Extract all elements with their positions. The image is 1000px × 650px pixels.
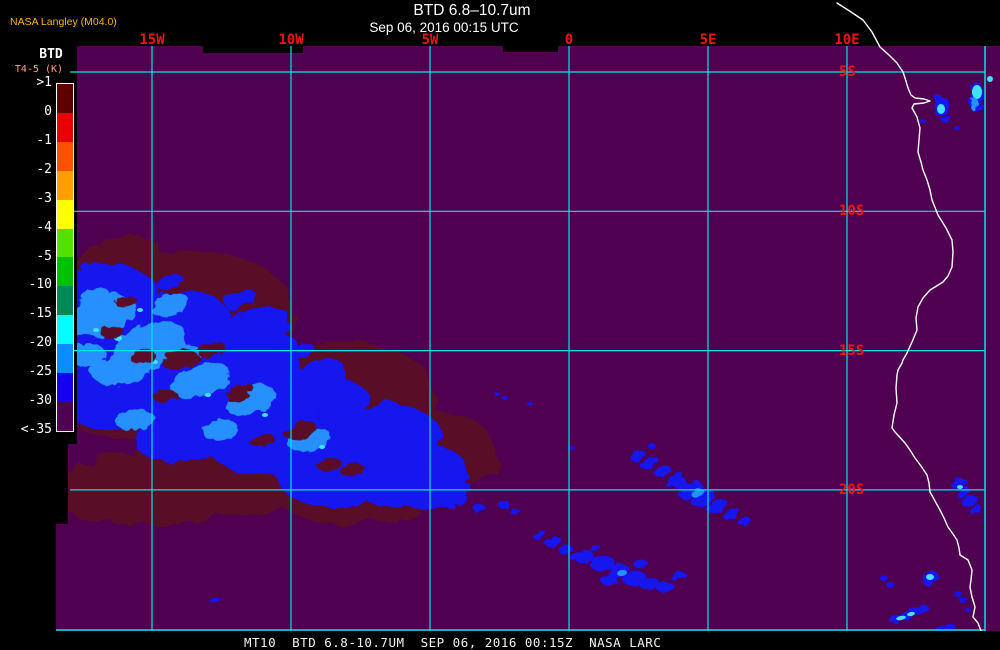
colorbar-segment (57, 401, 73, 431)
lat-tick-label: 15S (839, 342, 865, 359)
lon-tick-label: 15W (139, 32, 165, 48)
colorbar-segment (57, 228, 73, 258)
lon-tick-label: 10E (834, 32, 860, 48)
lat-tick-label: 20S (839, 481, 865, 498)
colorbar-segment (57, 286, 73, 316)
colorbar-segment (57, 199, 73, 229)
colorbar-tick-label: <-35 (20, 422, 52, 437)
colorbar-units-label: T4-5 (K) (14, 64, 64, 75)
colorbar-segment (57, 141, 73, 171)
colorbar-tick-label: 0 (44, 103, 52, 119)
page-title: BTD 6.8–10.7um (413, 2, 531, 19)
lon-tick-label: 0 (564, 32, 574, 48)
app-frame: NASA Langley (M04.0) BTD 6.8–10.7um Sep … (0, 0, 1000, 650)
colorbar-tick-label: -2 (36, 161, 52, 177)
lon-tick-label: 5W (421, 32, 439, 48)
colorbar-tick-label: -1 (36, 132, 52, 148)
colorbar-tick-label: -30 (28, 393, 52, 409)
colorbar-tick-label: -3 (36, 190, 52, 206)
lat-tick-label: 10S (839, 203, 865, 220)
map-background (56, 46, 1000, 631)
colorbar-segment (57, 373, 73, 402)
lon-tick-label: 10W (278, 32, 304, 48)
colorbar-tick-label: -10 (28, 277, 52, 293)
colorbar-tick-label: -5 (36, 248, 52, 264)
colorbar-tick-label: -15 (28, 306, 52, 322)
left-panel-step (0, 444, 68, 524)
lon-tick-label: 5E (699, 32, 717, 48)
colorbar-segment (57, 257, 73, 287)
colorbar-tick-label: -20 (28, 335, 52, 351)
colorbar-segment (57, 112, 73, 142)
colorbar-tick-label: >1 (36, 75, 52, 90)
colorbar-segment (57, 170, 73, 200)
colorbar-scale (56, 83, 74, 432)
credit-label: NASA Langley (M04.0) (10, 16, 117, 28)
colorbar-segment (57, 344, 73, 374)
colorbar-tick-label: -25 (28, 364, 52, 380)
lat-tick-label: 5S (839, 64, 856, 80)
colorbar-tick-label: -4 (36, 219, 52, 235)
colorbar-title: BTD (39, 47, 63, 62)
footer-caption: MT10 BTD 6.8-10.7UM SEP 06, 2016 00:15Z … (244, 635, 662, 650)
colorbar-segment (57, 315, 73, 345)
colorbar-segment (57, 84, 73, 113)
